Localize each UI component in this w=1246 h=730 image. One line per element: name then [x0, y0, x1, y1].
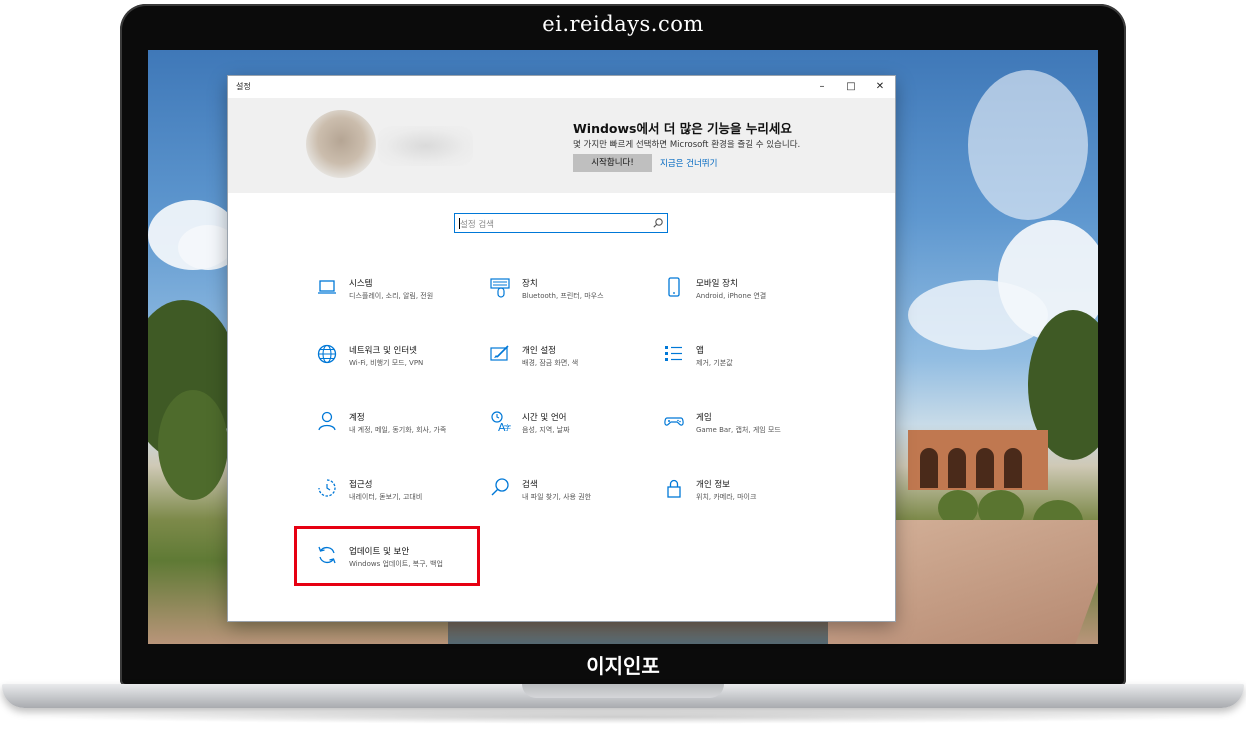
highlight-box — [294, 526, 480, 586]
account-banner: Windows에서 더 많은 기능을 누리세요 몇 가지만 빠르게 선택하면 M… — [228, 98, 895, 193]
person-icon — [318, 411, 336, 431]
category-desc: 배경, 잠금 화면, 색 — [522, 359, 579, 367]
site-caption: ei.reidays.com — [542, 12, 704, 36]
category-gaming[interactable]: 게임 Game Bar, 캡처, 게임 모드 — [663, 410, 833, 450]
category-desc: Game Bar, 캡처, 게임 모드 — [696, 426, 781, 434]
category-name: 앱 — [696, 346, 704, 356]
window-title: 설정 — [236, 82, 251, 91]
apps-list-icon — [665, 346, 682, 361]
category-devices[interactable]: 장치 Bluetooth, 프린터, 마우스 — [489, 276, 659, 316]
category-desc: 위치, 카메라, 마이크 — [696, 493, 757, 501]
gamepad-icon — [664, 417, 684, 426]
search-icon[interactable] — [652, 217, 664, 229]
category-name: 시스템 — [349, 279, 373, 289]
wallpaper-arch — [948, 448, 966, 488]
laptop-shadow — [30, 710, 1216, 724]
wallpaper-arch — [920, 448, 938, 488]
wallpaper-arch — [976, 448, 994, 488]
promo-title: Windows에서 더 많은 기능을 누리세요 — [573, 121, 792, 136]
category-mobile[interactable]: 모바일 장치 Android, iPhone 연결 — [663, 276, 833, 316]
search-placeholder: 설정 검색 — [460, 220, 494, 230]
category-accessibility[interactable]: 접근성 내레이터, 돋보기, 고대비 — [316, 477, 486, 517]
category-privacy[interactable]: 개인 정보 위치, 카메라, 마이크 — [663, 477, 833, 517]
category-name: 게임 — [696, 413, 712, 423]
category-name: 네트워크 및 인터넷 — [349, 346, 417, 356]
wallpaper-cloud — [908, 280, 1048, 350]
close-button[interactable]: ✕ — [870, 79, 890, 95]
category-name: 개인 설정 — [522, 346, 556, 356]
avatar — [306, 110, 376, 178]
category-accounts[interactable]: 계정 내 계정, 메일, 동기화, 회사, 가족 — [316, 410, 486, 450]
category-time-language[interactable]: A 字 시간 및 언어 음성, 지역, 날짜 — [489, 410, 659, 450]
time-language-icon: A 字 — [491, 411, 511, 432]
brand-caption: 이지인포 — [586, 654, 660, 678]
laptop-icon — [318, 280, 336, 294]
svg-text:字: 字 — [504, 423, 511, 432]
devices-icon — [490, 278, 510, 298]
category-network[interactable]: 네트워크 및 인터넷 Wi-Fi, 비행기 모드, VPN — [316, 343, 486, 383]
category-name: 접근성 — [349, 480, 373, 490]
category-apps[interactable]: 앱 제거, 기본값 — [663, 343, 833, 383]
category-name: 검색 — [522, 480, 538, 490]
settings-window: 설정 – □ ✕ Windows에서 더 많은 기능을 누리세요 몇 가지만 빠… — [228, 76, 895, 621]
laptop-notch — [522, 684, 724, 698]
category-name: 계정 — [349, 413, 365, 423]
accessibility-icon — [318, 479, 336, 497]
category-desc: Wi-Fi, 비행기 모드, VPN — [349, 359, 424, 367]
category-desc: 내 계정, 메일, 동기화, 회사, 가족 — [349, 426, 447, 434]
category-desc: 내레이터, 돋보기, 고대비 — [349, 493, 423, 501]
maximize-button[interactable]: □ — [841, 79, 861, 95]
personalization-icon — [490, 345, 509, 361]
category-desc: 내 파일 찾기, 사용 권한 — [522, 493, 592, 501]
category-search[interactable]: 검색 내 파일 찾기, 사용 권한 — [489, 477, 659, 517]
wallpaper-cloud — [968, 70, 1088, 220]
settings-search-input[interactable]: 설정 검색 — [454, 213, 668, 233]
category-desc: 제거, 기본값 — [696, 359, 733, 367]
title-bar[interactable]: 설정 – □ ✕ — [228, 76, 895, 98]
search-icon — [491, 478, 509, 496]
start-button[interactable]: 시작합니다! — [573, 154, 652, 172]
category-name: 개인 정보 — [696, 480, 730, 490]
category-desc: 음성, 지역, 날짜 — [522, 426, 570, 434]
account-name-blurred — [378, 126, 473, 166]
skip-link[interactable]: 지금은 건너뛰기 — [660, 157, 717, 169]
category-desc: Bluetooth, 프린터, 마우스 — [522, 292, 604, 300]
promo-description: 몇 가지만 빠르게 선택하면 Microsoft 환경을 즐길 수 있습니다. — [573, 140, 801, 150]
category-name: 시간 및 언어 — [522, 413, 567, 423]
category-personalization[interactable]: 개인 설정 배경, 잠금 화면, 색 — [489, 343, 659, 383]
lock-icon — [667, 479, 681, 498]
category-desc: Android, iPhone 연결 — [696, 292, 767, 300]
category-desc: 디스플레이, 소리, 알림, 전원 — [349, 292, 434, 300]
wallpaper-tree — [158, 390, 228, 500]
phone-icon — [668, 277, 680, 297]
wallpaper-arch — [1004, 448, 1022, 488]
category-name: 모바일 장치 — [696, 279, 738, 289]
globe-icon — [317, 344, 337, 364]
minimize-button[interactable]: – — [812, 79, 832, 95]
category-name: 장치 — [522, 279, 538, 289]
category-system[interactable]: 시스템 디스플레이, 소리, 알림, 전원 — [316, 276, 486, 316]
